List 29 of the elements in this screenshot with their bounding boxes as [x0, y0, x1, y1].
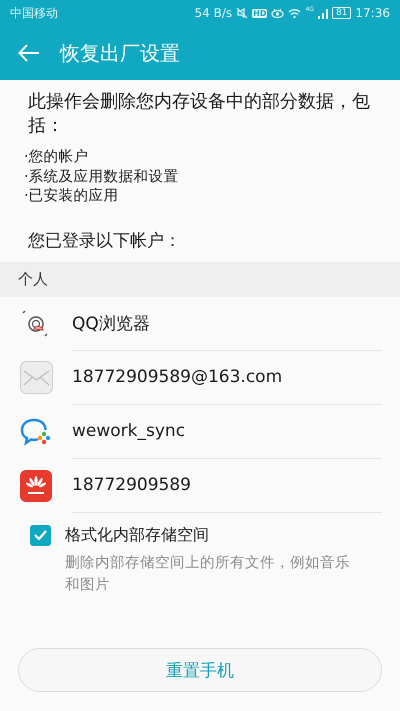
checkbox-description: 删除内部存储空间上的所有文件，例如音乐和图片 [65, 554, 350, 594]
accounts-heading: 您已登录以下帐户： [28, 230, 182, 252]
chat-bubble-icon [20, 416, 52, 446]
warning-text: 此操作会删除您内存设备中的部分数据，包括： [28, 90, 371, 138]
battery-level: 81 [332, 7, 352, 19]
back-arrow-icon[interactable] [18, 44, 40, 62]
envelope-icon [20, 361, 52, 394]
checkbox-label: 格式化内部存储空间 [65, 524, 210, 546]
account-name: QQ浏览器 [72, 312, 150, 334]
flower-logo-icon [20, 470, 52, 502]
signal-icon [318, 8, 328, 18]
wifi-icon [288, 8, 302, 18]
checkmark-icon [34, 530, 47, 540]
mute-icon [236, 7, 248, 19]
hd-badge: HD [252, 8, 268, 18]
section-header: 个人 [0, 262, 400, 296]
eye-icon [271, 8, 284, 18]
carrier-name: 中国移动 [10, 4, 58, 22]
account-name: 18772909589@163.com [72, 367, 282, 387]
clock: 17:36 [355, 6, 390, 20]
account-name: 18772909589 [72, 475, 191, 495]
data-item: ·已安装的应用 [24, 187, 120, 206]
data-item: ·您的帐户 [24, 148, 90, 167]
data-item: ·系统及应用数据和设置 [24, 168, 180, 186]
checkbox[interactable] [30, 524, 51, 546]
account-name: wework_sync [72, 421, 186, 441]
network-speed: 54 B/s [194, 6, 232, 20]
reset-phone-button[interactable]: 重置手机 [18, 648, 382, 692]
page-title: 恢复出厂设置 [60, 40, 180, 66]
